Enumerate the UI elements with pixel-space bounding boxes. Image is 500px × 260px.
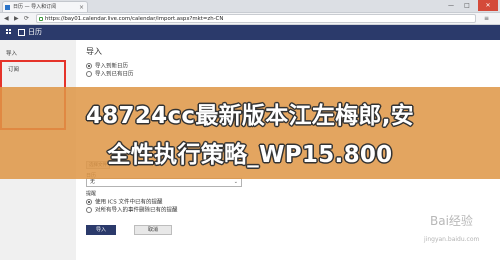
tab-title: 日历 — 导入和订阅 bbox=[13, 4, 57, 10]
forward-arrow-icon[interactable]: ▶ bbox=[14, 14, 19, 23]
radio-button[interactable] bbox=[86, 63, 92, 69]
reminder-label: 提醒 bbox=[86, 191, 97, 197]
address-bar: ◀ ▶ ⟳ https://bay01.calendar.live.com/ca… bbox=[0, 13, 500, 25]
maximize-button[interactable]: □ bbox=[460, 0, 474, 11]
option-label: 使用 ICS 文件中已有的提醒 bbox=[95, 199, 163, 206]
watermark: Bai经验 jingyan.baidu.com bbox=[424, 212, 496, 252]
browser-menu-icon[interactable]: ≡ bbox=[484, 14, 489, 23]
watermark-url: jingyan.baidu.com bbox=[424, 236, 480, 243]
cancel-button[interactable]: 取消 bbox=[134, 225, 172, 235]
calendar-select[interactable]: 无 ⌄ bbox=[86, 178, 242, 187]
browser-tab[interactable]: 日历 — 导入和订阅 × bbox=[2, 1, 88, 12]
tab-close-icon[interactable]: × bbox=[79, 2, 84, 13]
sidebar-heading-import[interactable]: 导入 bbox=[6, 49, 17, 57]
calendar-icon bbox=[18, 29, 25, 36]
browser-titlebar: 日历 — 导入和订阅 × — □ ✕ bbox=[0, 0, 500, 13]
select-value: 无 bbox=[90, 179, 96, 185]
chevron-down-icon: ⌄ bbox=[233, 179, 238, 185]
minimize-button[interactable]: — bbox=[444, 0, 458, 11]
radio-button[interactable] bbox=[86, 207, 92, 213]
app-header: 日历 bbox=[0, 25, 500, 40]
reload-icon[interactable]: ⟳ bbox=[24, 14, 29, 23]
radio-button[interactable] bbox=[86, 71, 92, 77]
import-existing-calendar-option[interactable]: 导入到已有日历 bbox=[86, 71, 134, 79]
watermark-logo: Bai经验 bbox=[430, 214, 473, 228]
radio-button[interactable] bbox=[86, 199, 92, 205]
lock-icon bbox=[39, 17, 43, 21]
grid-icon[interactable] bbox=[6, 29, 13, 36]
option-label: 导入到已有日历 bbox=[95, 71, 134, 78]
page-title: 导入 bbox=[86, 47, 102, 56]
app-title[interactable]: 日历 bbox=[28, 25, 42, 40]
url-input[interactable]: https://bay01.calendar.live.com/calendar… bbox=[36, 14, 476, 23]
import-new-calendar-option[interactable]: 导入到新日历 bbox=[86, 63, 128, 71]
back-arrow-icon[interactable]: ◀ bbox=[4, 14, 9, 23]
overlay-headline-line2: 全性执行策略_WP15.800 bbox=[107, 142, 393, 168]
keep-reminders-option[interactable]: 使用 ICS 文件中已有的提醒 bbox=[86, 199, 162, 207]
url-text: https://bay01.calendar.live.com/calendar… bbox=[45, 16, 224, 22]
overlay-banner: 48724cc最新版本江左梅郎,安 全性执行策略_WP15.800 bbox=[0, 87, 500, 179]
option-label: 对所有导入的事件删除已有的提醒 bbox=[95, 207, 178, 214]
overlay-headline-line1: 48724cc最新版本江左梅郎,安 bbox=[85, 103, 415, 129]
close-window-button[interactable]: ✕ bbox=[478, 0, 498, 11]
calendar-favicon-icon bbox=[5, 5, 10, 10]
option-label: 导入到新日历 bbox=[95, 63, 129, 70]
import-button[interactable]: 导入 bbox=[86, 225, 116, 235]
remove-reminders-option[interactable]: 对所有导入的事件删除已有的提醒 bbox=[86, 207, 178, 215]
sidebar-item-label: 订阅 bbox=[8, 67, 20, 73]
